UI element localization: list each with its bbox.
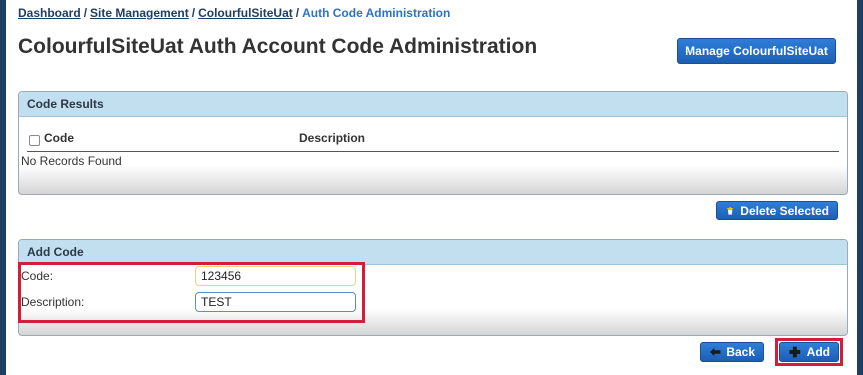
column-description[interactable]: Description bbox=[299, 131, 365, 145]
trash-icon bbox=[727, 206, 734, 215]
breadcrumb-dashboard[interactable]: Dashboard bbox=[18, 6, 81, 20]
add-code-header: Add Code bbox=[19, 240, 847, 265]
results-table-header: Code Description bbox=[27, 128, 839, 152]
empty-results-message: No Records Found bbox=[21, 154, 122, 168]
arrow-left-icon bbox=[709, 348, 721, 356]
code-results-panel: Code Results Code Description No Records… bbox=[18, 91, 848, 195]
back-button[interactable]: Back bbox=[700, 342, 764, 362]
breadcrumb-current: Auth Code Administration bbox=[302, 6, 451, 20]
code-label: Code: bbox=[21, 269, 54, 283]
back-label: Back bbox=[726, 345, 755, 359]
code-input[interactable]: 123456 bbox=[195, 266, 356, 286]
add-code-panel: Add Code Code: 123456 Description: TEST bbox=[18, 239, 848, 336]
breadcrumb: Dashboard / Site Management / ColourfulSiteU… bbox=[18, 6, 450, 20]
breadcrumb-separator: / bbox=[295, 6, 300, 20]
page-title: ColourfulSiteUat Auth Account Code Admin… bbox=[18, 35, 538, 58]
window-frame-left bbox=[0, 0, 6, 375]
add-label: Add bbox=[806, 345, 830, 359]
breadcrumb-separator: / bbox=[191, 6, 196, 20]
window-frame-right bbox=[857, 0, 863, 375]
select-all-checkbox[interactable] bbox=[29, 135, 40, 146]
breadcrumb-site-management[interactable]: Site Management bbox=[90, 6, 189, 20]
description-label: Description: bbox=[21, 295, 85, 309]
plus-icon bbox=[789, 346, 801, 358]
description-input[interactable]: TEST bbox=[195, 292, 356, 312]
delete-selected-button[interactable]: Delete Selected bbox=[716, 201, 838, 220]
add-button[interactable]: Add bbox=[779, 342, 839, 362]
manage-site-button[interactable]: Manage ColourfulSiteUat bbox=[677, 38, 836, 64]
breadcrumb-colourfulsiteuat[interactable]: ColourfulSiteUat bbox=[198, 6, 293, 20]
code-results-header: Code Results bbox=[19, 92, 847, 117]
column-code[interactable]: Code bbox=[44, 131, 74, 145]
breadcrumb-separator: / bbox=[83, 6, 88, 20]
delete-selected-label: Delete Selected bbox=[740, 203, 829, 218]
